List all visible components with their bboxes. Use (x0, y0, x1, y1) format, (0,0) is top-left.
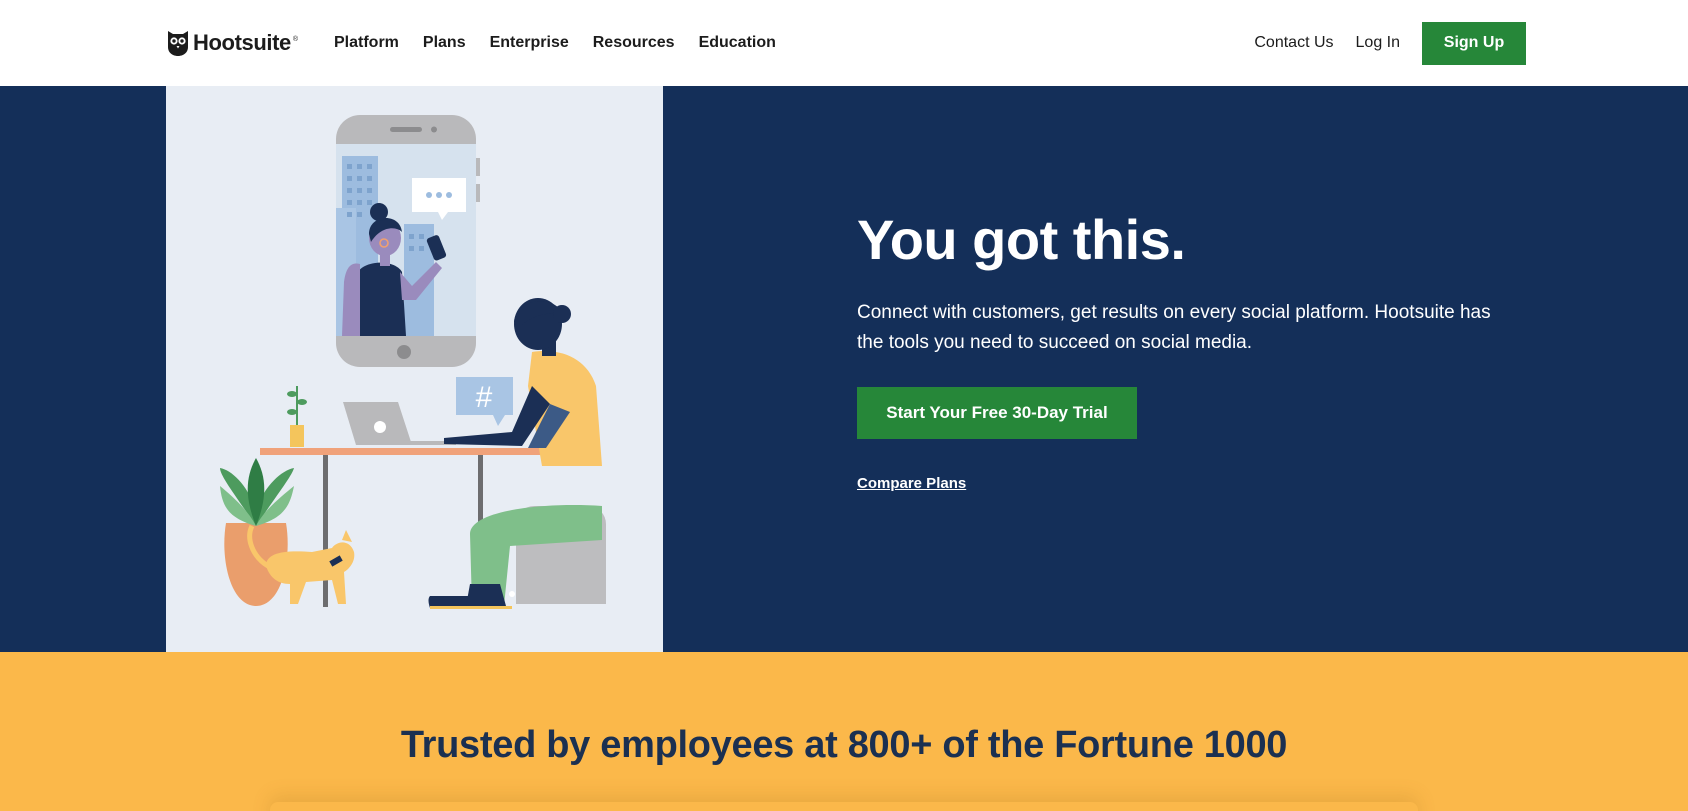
brand-name: Hootsuite (193, 30, 291, 55)
hero-section: # You got this. Connect with customers, … (0, 86, 1688, 652)
hero-title: You got this. (857, 208, 1186, 271)
hero-description: Connect with customers, get results on e… (857, 302, 1491, 354)
hootsuite-logo[interactable]: Hootsuite ® (167, 28, 298, 58)
floor-plant (220, 458, 294, 606)
phone-graphic (336, 115, 480, 367)
hero-illustration: # (166, 86, 663, 652)
trusted-title: Trusted by employees at 800+ of the Fort… (400, 724, 1288, 766)
registered-mark: ® (292, 36, 299, 43)
nav-item-platform[interactable]: Platform (334, 34, 399, 52)
nav-item-plans[interactable]: Plans (423, 34, 466, 52)
owl-logo-icon (168, 31, 188, 56)
nav-item-resources[interactable]: Resources (593, 34, 675, 52)
trusted-section: Trusted by employees at 800+ of the Fort… (0, 652, 1688, 811)
contact-us-link[interactable]: Contact Us (1254, 34, 1333, 52)
hashtag-bubble: # (456, 377, 513, 426)
svg-text:#: # (476, 381, 493, 414)
desk-plant (287, 386, 307, 447)
nav-item-education[interactable]: Education (699, 34, 776, 52)
person-working-illustration: # (220, 115, 606, 609)
main-nav: Platform Plans Enterprise Resources Educ… (334, 0, 776, 86)
hero-content: You got this. Connect with customers, ge… (857, 208, 1537, 493)
nav-item-enterprise[interactable]: Enterprise (490, 34, 569, 52)
site-header: Hootsuite ® Platform Plans Enterprise Re… (0, 0, 1688, 86)
logos-card (270, 802, 1418, 811)
sign-up-button[interactable]: Sign Up (1422, 21, 1526, 65)
log-in-link[interactable]: Log In (1356, 34, 1400, 52)
laptop-graphic (343, 402, 456, 445)
compare-plans-link[interactable]: Compare Plans (857, 475, 966, 492)
header-actions: Contact Us Log In Sign Up (1254, 0, 1526, 86)
start-free-trial-button[interactable]: Start Your Free 30-Day Trial (857, 387, 1137, 440)
